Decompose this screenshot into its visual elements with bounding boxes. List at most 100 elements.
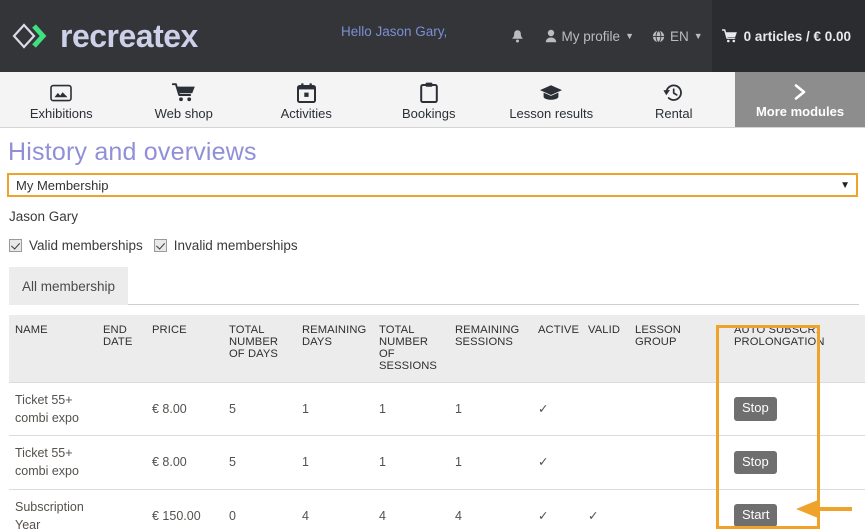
cell-valid-check	[582, 436, 629, 489]
tab-all-membership[interactable]: All membership	[9, 267, 128, 305]
chevron-down-icon: ▼	[840, 180, 850, 191]
my-profile-menu[interactable]: My profile ▼	[536, 20, 643, 52]
cell-active-check: ✓	[532, 436, 582, 489]
cell-remaining-sessions: 1	[449, 436, 532, 489]
user-icon	[545, 29, 557, 43]
col-header-end-date[interactable]: END DATE	[97, 315, 146, 383]
cell-name: Subscription Year	[9, 489, 97, 531]
cell-remaining-sessions: 1	[449, 383, 532, 436]
cell-valid-check: ✓	[582, 489, 629, 531]
cell-total-days: 5	[223, 383, 296, 436]
cell-name: Ticket 55+ combi expo	[9, 383, 97, 436]
nav-item-bookings[interactable]: Bookings	[368, 72, 491, 127]
col-header-total-sessions[interactable]: TOTAL NUMBER OF SESSIONS	[373, 315, 449, 383]
membership-select-row: My Membership ▼	[6, 173, 859, 197]
table-header-row: NAME END DATE PRICE TOTAL NUMBER OF DAYS…	[9, 315, 865, 383]
cell-remaining-sessions: 4	[449, 489, 532, 531]
col-header-total-days[interactable]: TOTAL NUMBER OF DAYS	[223, 315, 296, 383]
col-header-lesson-group[interactable]: LESSON GROUP	[629, 315, 728, 383]
cell-price: € 150.00	[146, 489, 223, 531]
col-header-active[interactable]: ACTIVE	[532, 315, 582, 383]
cell-spacer	[829, 436, 865, 489]
cell-remaining-days: 1	[296, 436, 373, 489]
cell-auto-prolongation: Stop	[728, 436, 829, 489]
nav-label-activities: Activities	[281, 106, 332, 121]
col-header-remaining-sessions[interactable]: REMAINING SESSIONS	[449, 315, 532, 383]
start-button[interactable]: Start	[734, 504, 777, 527]
brand-logo[interactable]: recreatex	[0, 20, 198, 52]
language-menu[interactable]: EN ▼	[643, 20, 712, 52]
col-header-spacer	[829, 315, 865, 383]
cell-valid-check	[582, 383, 629, 436]
nav-label-lesson-results: Lesson results	[509, 106, 593, 121]
membership-select[interactable]: My Membership ▼	[7, 173, 858, 197]
chevron-right-icon	[790, 81, 810, 103]
cell-end-date	[97, 436, 146, 489]
cart-icon	[722, 29, 738, 43]
customer-name: Jason Gary	[6, 197, 859, 224]
main-navigation: Exhibitions Web shop	[0, 72, 865, 128]
greeting-text: Hello Jason Gary,	[341, 24, 447, 39]
calendar-icon	[297, 82, 316, 104]
table-row[interactable]: Subscription Year € 150.00 0 4 4 4 ✓ ✓ S…	[9, 489, 865, 531]
clipboard-icon	[420, 82, 438, 104]
cell-active-check: ✓	[532, 383, 582, 436]
nav-item-more-modules[interactable]: More modules	[735, 72, 865, 127]
memberships-table: NAME END DATE PRICE TOTAL NUMBER OF DAYS…	[9, 315, 865, 531]
checkbox-valid-memberships[interactable]	[9, 239, 22, 252]
brand-name: recreatex	[60, 20, 198, 52]
cell-total-sessions: 4	[373, 489, 449, 531]
cell-price: € 8.00	[146, 436, 223, 489]
col-header-name[interactable]: NAME	[9, 315, 97, 383]
table-row[interactable]: Ticket 55+ combi expo € 8.00 5 1 1 1 ✓ S…	[9, 436, 865, 489]
filter-valid-memberships[interactable]: Valid memberships	[9, 238, 143, 253]
cell-spacer	[829, 489, 865, 531]
page-title: History and overviews	[6, 128, 859, 173]
cart-label: 0 articles / € 0.00	[744, 29, 851, 44]
graduation-cap-icon	[539, 82, 563, 104]
nav-item-rental[interactable]: Rental	[613, 72, 736, 127]
cell-lesson-group	[629, 436, 728, 489]
nav-item-exhibitions[interactable]: Exhibitions	[0, 72, 123, 127]
cell-auto-prolongation: Start	[728, 489, 829, 531]
cell-total-days: 5	[223, 436, 296, 489]
cell-end-date	[97, 383, 146, 436]
cell-end-date	[97, 489, 146, 531]
memberships-table-wrap: NAME END DATE PRICE TOTAL NUMBER OF DAYS…	[6, 305, 859, 531]
history-clock-icon	[663, 82, 684, 104]
top-header-bar: recreatex Hello Jason Gary,	[0, 0, 865, 72]
col-header-price[interactable]: PRICE	[146, 315, 223, 383]
filter-valid-label: Valid memberships	[29, 238, 143, 253]
nav-label-web-shop: Web shop	[155, 106, 213, 121]
notifications-button[interactable]	[499, 20, 536, 52]
membership-tabs: All membership	[6, 253, 859, 305]
membership-select-value: My Membership	[16, 178, 108, 193]
table-row[interactable]: Ticket 55+ combi expo € 8.00 5 1 1 1 ✓ S…	[9, 383, 865, 436]
col-header-valid[interactable]: VALID	[582, 315, 629, 383]
nav-item-activities[interactable]: Activities	[245, 72, 368, 127]
stop-button[interactable]: Stop	[734, 397, 777, 420]
cell-total-sessions: 1	[373, 383, 449, 436]
app-root: recreatex Hello Jason Gary,	[0, 0, 865, 531]
cell-remaining-days: 4	[296, 489, 373, 531]
page-content: History and overviews My Membership ▼ Ja…	[0, 128, 865, 531]
cell-name: Ticket 55+ combi expo	[9, 436, 97, 489]
filter-invalid-memberships[interactable]: Invalid memberships	[154, 238, 298, 253]
stop-button[interactable]: Stop	[734, 451, 777, 474]
nav-item-web-shop[interactable]: Web shop	[123, 72, 246, 127]
checkbox-invalid-memberships[interactable]	[154, 239, 167, 252]
col-header-auto-prolongation[interactable]: AUTO SUBSCR. PROLONGATION	[728, 315, 829, 383]
chevron-down-icon: ▼	[625, 31, 634, 41]
nav-label-exhibitions: Exhibitions	[30, 106, 93, 121]
col-header-remaining-days[interactable]: REMAINING DAYS	[296, 315, 373, 383]
cell-total-days: 0	[223, 489, 296, 531]
image-icon	[50, 82, 72, 104]
cart-button[interactable]: 0 articles / € 0.00	[712, 0, 865, 72]
cell-active-check: ✓	[532, 489, 582, 531]
cart-icon	[172, 82, 196, 104]
filter-invalid-label: Invalid memberships	[174, 238, 298, 253]
cell-total-sessions: 1	[373, 436, 449, 489]
nav-item-lesson-results[interactable]: Lesson results	[490, 72, 613, 127]
language-label: EN	[670, 29, 689, 44]
cell-auto-prolongation: Stop	[728, 383, 829, 436]
